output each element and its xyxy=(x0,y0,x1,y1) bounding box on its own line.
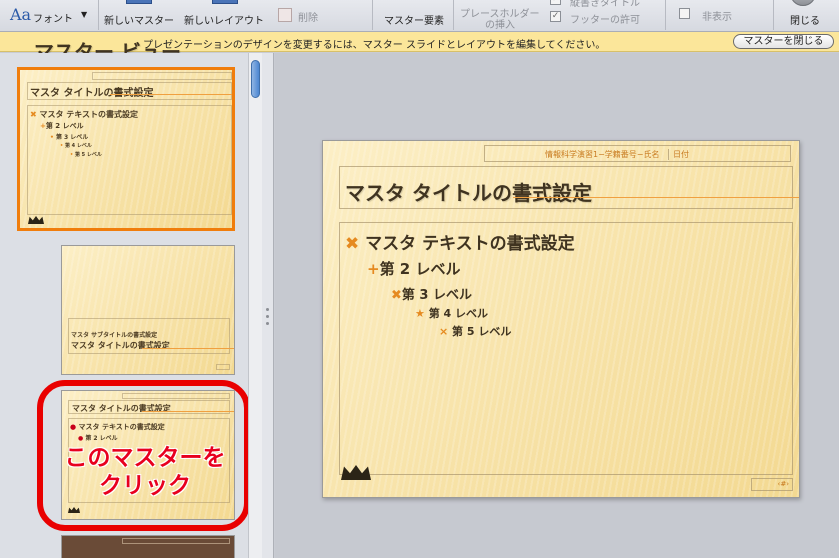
thumb-level-5: • 第 5 レベル xyxy=(70,152,102,158)
page-number-placeholder[interactable]: ‹#› xyxy=(751,478,793,491)
chevron-down-icon[interactable]: ▼ xyxy=(81,10,87,19)
new-master-icon xyxy=(126,0,152,4)
title-underline xyxy=(513,197,799,198)
close-master-icon xyxy=(790,0,816,6)
new-layout-button[interactable]: 新しいレイアウト xyxy=(184,12,264,27)
font-icon[interactable]: Aa xyxy=(10,5,31,24)
header-placeholder[interactable]: 情報科学演習1−学籍番号−氏名 日付 xyxy=(484,145,791,162)
scrollbar-thumb[interactable] xyxy=(251,60,260,98)
level-3-text: ✖第 3 レベル xyxy=(391,288,473,303)
slide-master-canvas[interactable]: 情報科学演習1−学籍番号−氏名 日付 マスタ タイトルの書式設定 ✖ マスタ テ… xyxy=(322,140,800,498)
delete-button[interactable]: 削除 xyxy=(298,9,318,24)
master-view-message: プレゼンテーションのデザインを変更するには、マスター スライドとレイアウトを編集… xyxy=(143,40,606,51)
thumb-level-1: ✖ マスタ テキストの書式設定 xyxy=(30,110,139,119)
hide-label: 非表示 xyxy=(702,12,732,23)
thumb-level-4: • 第 4 レベル xyxy=(60,143,92,149)
close-master-button[interactable]: マスターを閉じる xyxy=(733,34,834,49)
new-layout-icon xyxy=(212,0,238,4)
placeholder-insert-line2[interactable]: の挿入 xyxy=(485,16,515,31)
vertical-title-label: 縦書きタイトル xyxy=(570,0,640,9)
thumbnail-slide-master[interactable]: マスタ タイトルの書式設定 ✖ マスタ テキストの書式設定 +第 2 レベル •… xyxy=(17,67,235,231)
new-master-button[interactable]: 新しいマスター xyxy=(104,12,174,27)
thumbnail-scrollbar[interactable] xyxy=(248,53,262,558)
thumb-level-3: • 第 3 レベル xyxy=(50,134,89,141)
level-5-text: × 第 5 レベル xyxy=(439,325,512,338)
slide-title: マスタ タイトルの書式設定 xyxy=(345,181,592,205)
pane-splitter[interactable] xyxy=(262,53,274,558)
level-1-text: ✖ マスタ テキストの書式設定 xyxy=(345,234,575,254)
thumb-level-2: +第 2 レベル xyxy=(40,122,84,130)
annotation-line-2: クリック xyxy=(99,473,191,499)
master-view-bar: マスター ビュー プレゼンテーションのデザインを変更するには、マスター スライド… xyxy=(0,32,839,64)
crown-logo-icon xyxy=(28,216,44,224)
level-4-text: ★ 第 4 レベル xyxy=(415,307,489,320)
hide-checkbox[interactable] xyxy=(679,8,690,19)
ribbon: Aa フォント ▼ 新しいマスター 新しいレイアウト 削除 マスター要素 プレー… xyxy=(0,0,839,32)
thumbnail-title-layout[interactable]: マスタ サブタイトルの書式設定 マスタ タイトルの書式設定 xyxy=(61,245,235,375)
close-button[interactable]: 閉じる xyxy=(790,12,820,27)
thumb-header-box xyxy=(92,72,232,80)
thumb-title: マスタ タイトルの書式設定 xyxy=(30,88,154,99)
footer-allow-label: フッターの許可 xyxy=(570,15,640,26)
delete-icon xyxy=(278,8,292,22)
header-date: 日付 xyxy=(668,149,689,160)
master-elements-button[interactable]: マスター要素 xyxy=(384,12,444,27)
vertical-title-checkbox[interactable]: ✓ xyxy=(550,0,561,5)
level-2-text: +第 2 レベル xyxy=(367,260,461,278)
font-menu[interactable]: フォント xyxy=(33,10,73,25)
thumb2-subtitle: マスタ サブタイトルの書式設定 xyxy=(71,332,158,339)
thumbnail-dark-layout[interactable] xyxy=(61,535,235,558)
footer-allow-checkbox[interactable]: ✓ xyxy=(550,11,561,22)
header-text: 情報科学演習1−学籍番号−氏名 xyxy=(545,150,660,159)
thumb2-title: マスタ タイトルの書式設定 xyxy=(71,341,170,350)
